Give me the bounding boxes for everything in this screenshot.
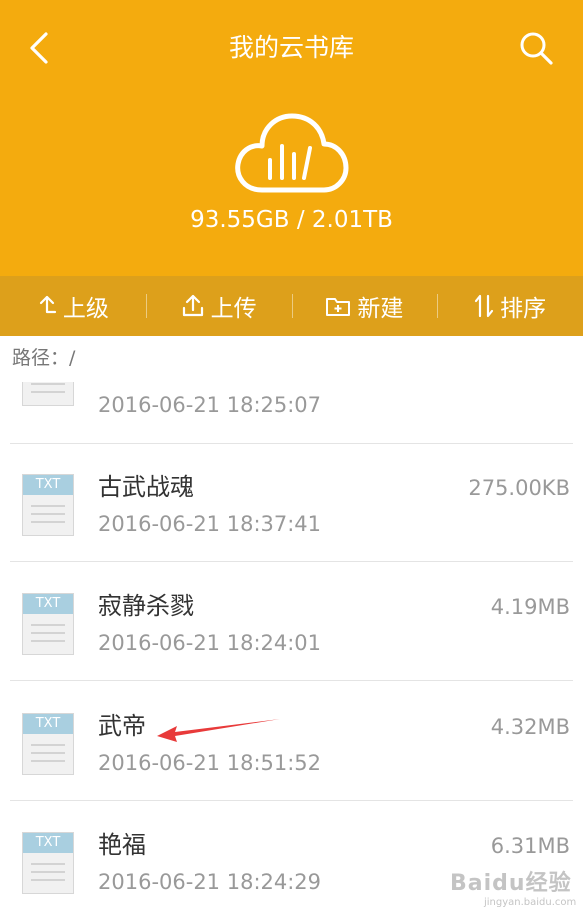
file-list-item[interactable]: TXT 武帝 2016-06-21 18:51:52 4.32MB [0, 683, 583, 801]
file-size: 4.32MB [490, 715, 570, 739]
search-button[interactable] [516, 28, 556, 68]
file-name: 武帝 [98, 712, 146, 740]
txt-file-icon: TXT [22, 713, 74, 775]
page-title: 我的云书库 [228, 33, 354, 62]
watermark: Baidu经验 jingyan.baidu.com [450, 871, 577, 908]
sort-icon [475, 294, 494, 318]
file-date: 2016-06-21 18:24:01 [98, 631, 322, 655]
file-date: 2016-06-21 18:51:52 [98, 751, 322, 775]
file-name: 寂静杀戮 [98, 592, 194, 620]
file-date: 2016-06-21 18:25:07 [98, 393, 322, 417]
storage-usage: 93.55GB / 2.01TB [190, 207, 393, 233]
cloud-storage-icon [235, 113, 349, 193]
txt-file-icon: TXT [22, 832, 74, 894]
sort-label: 排序 [500, 296, 547, 322]
file-name: 艳福 [98, 831, 146, 859]
upload-label: 上传 [210, 296, 257, 322]
search-icon [520, 32, 553, 65]
annotation-arrow-icon [157, 719, 280, 742]
file-list-item[interactable]: TXT 寂静杀戮 2016-06-21 18:24:01 4.19MB [0, 563, 583, 681]
folder-plus-icon [326, 298, 351, 316]
file-name: 古武战魂 [98, 473, 194, 501]
file-size: 6.31MB [490, 834, 570, 858]
header: 我的云书库 93.55GB / 2.01TB [0, 0, 583, 276]
file-date: 2016-06-21 18:24:29 [98, 870, 322, 894]
file-size: 4.19MB [490, 595, 570, 619]
arrow-up-icon [39, 295, 56, 314]
upload-icon [182, 294, 203, 317]
up-level-label: 上级 [62, 296, 109, 322]
txt-file-icon: TXT [22, 474, 74, 536]
path-breadcrumb-label: 路径：/ [12, 347, 76, 369]
file-date: 2016-06-21 18:37:41 [98, 512, 322, 536]
file-size: 275.00KB [468, 476, 570, 500]
file-list-item[interactable]: TXT 古武战魂 2016-06-21 18:37:41 275.00KB [0, 444, 583, 562]
txt-file-icon: TXT [22, 593, 74, 655]
new-folder-label: 新建 [357, 296, 404, 322]
